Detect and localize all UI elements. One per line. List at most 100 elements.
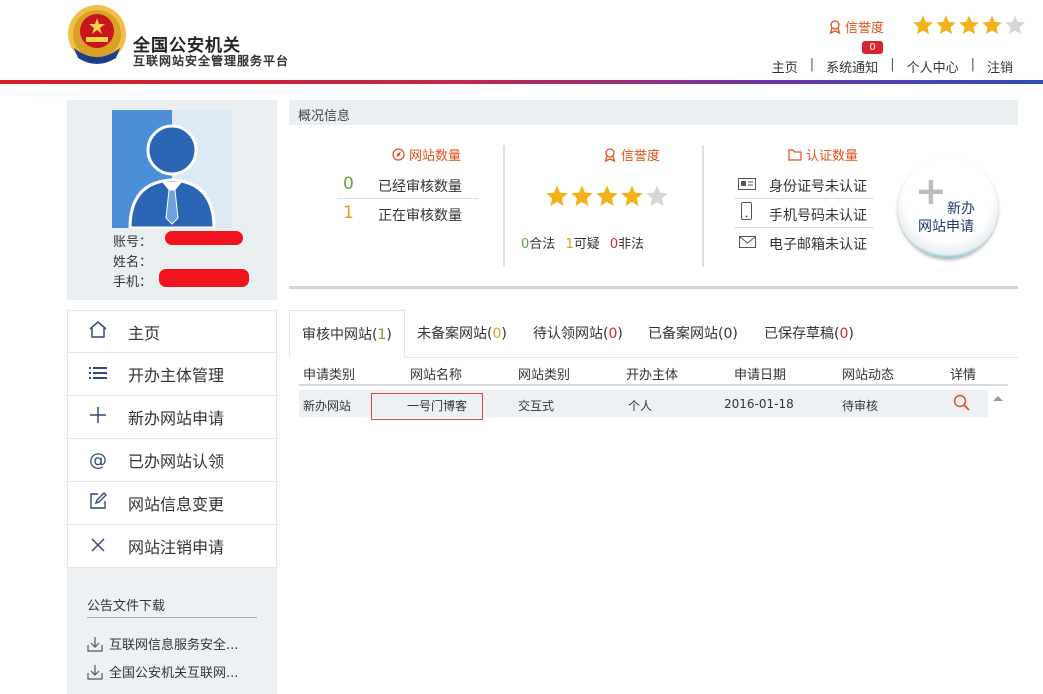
- avatar: [112, 110, 232, 228]
- profile-card: 账号： 姓名： 手机：: [67, 100, 277, 300]
- sidebar-item-label: 开办主体管理: [128, 366, 225, 385]
- phone-label: 手机：: [113, 275, 153, 290]
- email-icon: [739, 236, 756, 248]
- site-tabs: 审核中网站(1) 未备案网站(0) 待认领网站(0) 已备案网站(0) 已保存草…: [289, 310, 1018, 358]
- auth-title-text: 认证数量: [806, 149, 859, 164]
- award-icon: [829, 19, 841, 34]
- phone-unverified-label: 手机号码未认证: [769, 208, 867, 224]
- star-icon: [571, 185, 593, 206]
- close-icon: [68, 536, 128, 557]
- nav-profile-link[interactable]: 个人中心: [907, 57, 959, 76]
- nav-logout-link[interactable]: 注销: [987, 57, 1013, 76]
- site-subtitle: 互联网站安全管理服务平台: [133, 54, 290, 68]
- auth-count-title: 认证数量: [788, 145, 858, 164]
- column-divider: [503, 145, 505, 267]
- notice-panel: 公告文件下载 互联网信息服务安全... 全国公安机关互联网...: [67, 568, 277, 694]
- document-link[interactable]: 互联网信息服务安全...: [87, 634, 238, 653]
- download-icon: [87, 664, 103, 680]
- sidebar-item-label: 网站注销申请: [128, 538, 225, 557]
- star-icon: [646, 185, 668, 206]
- column-header: 开办主体: [626, 368, 679, 383]
- document-link[interactable]: 全国公安机关互联网...: [87, 662, 238, 681]
- sidebar-item-label: 新办网站申请: [128, 409, 225, 428]
- top-nav: 主页 | 系统通知 | 个人中心 | 注销: [772, 57, 1013, 76]
- reviewing-count: 1: [343, 203, 354, 223]
- table-scrollbar[interactable]: [988, 390, 1008, 694]
- list-icon: [68, 364, 128, 385]
- star-icon: [1005, 15, 1025, 35]
- email-unverified-label: 电子邮箱未认证: [769, 237, 867, 253]
- cell-site-name: 一号门博客: [407, 399, 468, 413]
- header: 全国公安机关 互联网站安全管理服务平台 信誉度 0 主页 | 系统通知 | 个人…: [0, 0, 1043, 86]
- cell-site-type: 交互式: [518, 399, 555, 413]
- document-title: 互联网信息服务安全...: [109, 638, 239, 653]
- account-label: 账号：: [113, 235, 153, 250]
- header-divider: [0, 80, 1043, 84]
- phone-redaction: [159, 269, 249, 287]
- table-header: 申请类别 网站名称 网站类别 开办主体 申请日期 网站动态 详情: [299, 360, 1008, 386]
- legal-label: 合法: [529, 237, 556, 252]
- suspicious-count: 1: [565, 237, 574, 252]
- overview-bottom-divider: [289, 286, 1018, 289]
- sidebar-nav: 主页 开办主体管理 新办网站申请 @ 已办网站认领 网站信息变更 网站注销申请: [67, 310, 277, 568]
- download-icon: [87, 636, 103, 652]
- tab-drafts[interactable]: 已保存草稿(0): [764, 310, 854, 358]
- sidebar-item-new-site[interactable]: 新办网站申请: [67, 396, 277, 439]
- row-divider: [338, 198, 478, 199]
- sidebar-item-label: 已办网站认领: [128, 452, 225, 471]
- scroll-up-arrow-icon[interactable]: [993, 396, 1003, 401]
- document-title: 全国公安机关互联网...: [109, 666, 239, 681]
- search-icon[interactable]: [953, 394, 971, 412]
- reputation-stars: [545, 184, 669, 208]
- sidebar-item-home[interactable]: 主页: [67, 310, 277, 353]
- star-icon: [982, 15, 1002, 35]
- column-divider: [702, 145, 704, 267]
- new-button-line2: 网站申请: [918, 219, 974, 235]
- sidebar-item-label: 网站信息变更: [128, 495, 225, 514]
- award-icon: [604, 147, 616, 162]
- cell-status: 待审核: [842, 399, 879, 413]
- illegal-label: 非法: [618, 237, 645, 252]
- plus-icon: +: [915, 169, 947, 213]
- column-header: 网站动态: [842, 368, 895, 383]
- tab-filed[interactable]: 已备案网站(0): [648, 310, 738, 358]
- sites-title-text: 网站数量: [409, 149, 462, 164]
- sidebar-item-entity[interactable]: 开办主体管理: [67, 353, 277, 396]
- star-icon: [936, 15, 956, 35]
- account-redaction: [165, 231, 243, 245]
- reviewed-count: 0: [343, 174, 354, 194]
- new-site-apply-button[interactable]: + 新办 网站申请: [898, 158, 998, 258]
- rating-stars: [912, 14, 1026, 36]
- star-icon: [913, 15, 933, 35]
- cell-apply-date: 2016-01-18: [724, 397, 794, 411]
- tab-to-claim[interactable]: 待认领网站(0): [533, 310, 623, 358]
- sidebar-item-cancel[interactable]: 网站注销申请: [67, 525, 277, 568]
- nav-notifications-link[interactable]: 系统通知: [826, 57, 878, 76]
- plus-icon: [68, 406, 128, 429]
- nav-separator: |: [890, 57, 895, 72]
- edit-icon: [68, 491, 128, 515]
- notice-title: 公告文件下载: [87, 599, 166, 614]
- reputation-title: 信誉度: [603, 145, 660, 164]
- tab-reviewing[interactable]: 审核中网站(1): [289, 310, 405, 358]
- cell-apply-type: 新办网站: [303, 399, 352, 413]
- nav-home-link[interactable]: 主页: [772, 57, 798, 76]
- sidebar-item-label: 主页: [128, 323, 161, 343]
- tab-unfiled[interactable]: 未备案网站(0): [417, 310, 507, 358]
- nav-separator: |: [809, 57, 815, 72]
- new-button-line1: 新办: [947, 201, 975, 217]
- compass-icon: [392, 148, 405, 161]
- notification-badge[interactable]: 0: [862, 41, 883, 54]
- reputation-title-text: 信誉度: [621, 149, 661, 164]
- folder-icon: [788, 148, 802, 161]
- column-header: 网站名称: [410, 368, 463, 383]
- star-icon: [596, 185, 618, 206]
- police-emblem-icon: [68, 5, 126, 64]
- at-icon: @: [89, 449, 107, 471]
- sidebar-item-claim[interactable]: @ 已办网站认领: [67, 439, 277, 482]
- notice-divider: [87, 617, 257, 618]
- sidebar-item-change[interactable]: 网站信息变更: [67, 482, 277, 525]
- illegal-count: 0: [609, 237, 619, 252]
- id-unverified-label: 身份证号未认证: [769, 179, 867, 195]
- table-row[interactable]: 新办网站 一号门博客 交互式 个人 2016-01-18 待审核: [299, 390, 988, 420]
